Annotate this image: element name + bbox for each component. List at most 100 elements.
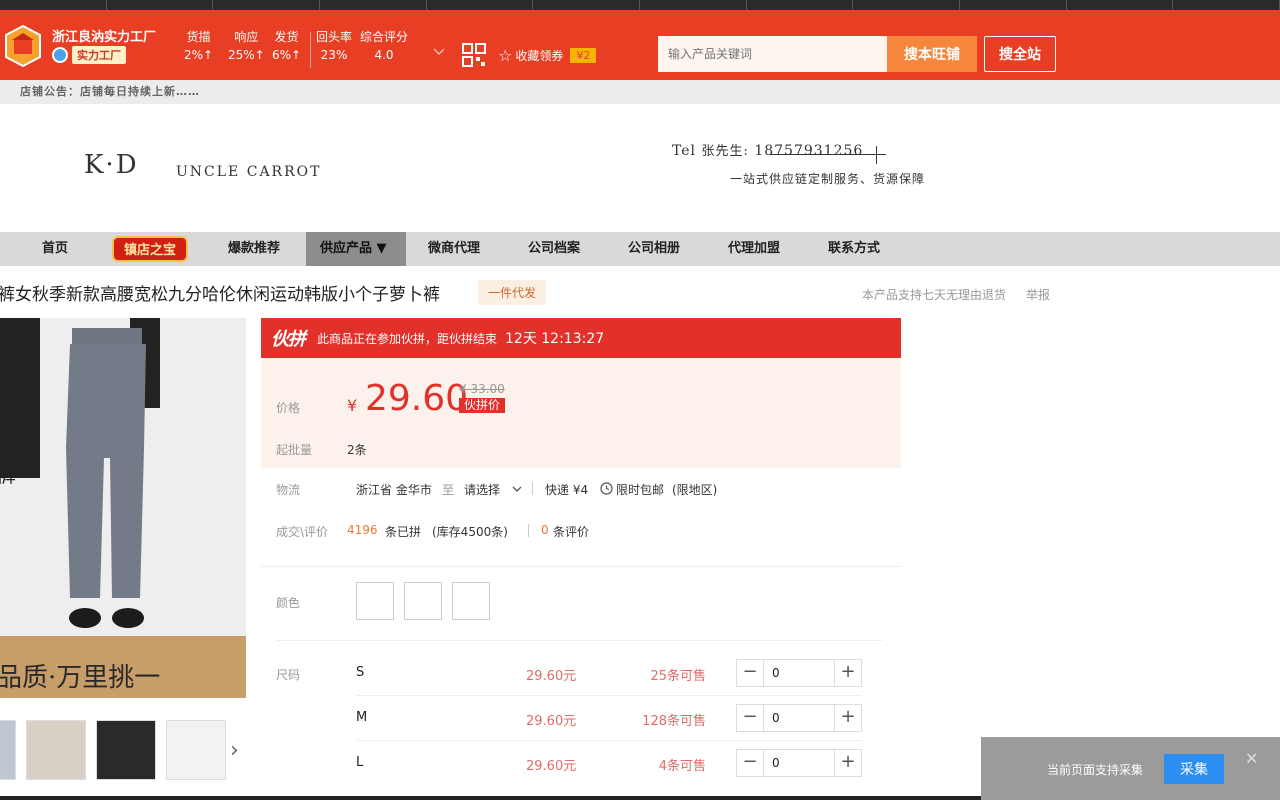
- color-label: 颜色: [276, 596, 301, 610]
- thumbnail[interactable]: [166, 720, 226, 780]
- stat-value: 4.0: [374, 48, 394, 62]
- chevron-down-icon[interactable]: [511, 483, 523, 495]
- return-policy: 本产品支持七天无理由退货: [862, 288, 1007, 302]
- stat-score: 综合评分 4.0: [360, 28, 408, 64]
- shop-header: 浙江良汭实力工厂 实力工厂 货描 2%↑ 响应 25%↑ 发货 6%↑ 回头率 …: [0, 10, 1280, 80]
- size-price: 29.60元: [526, 714, 577, 729]
- thumbnail[interactable]: [96, 720, 156, 780]
- tel-label: Tel: [672, 143, 697, 159]
- image-side-text: 裤: [0, 463, 16, 487]
- coupon-badge: ¥2: [570, 48, 597, 63]
- increment-button[interactable]: +: [835, 750, 861, 776]
- increment-button[interactable]: +: [835, 660, 861, 686]
- decor-line: [876, 146, 877, 164]
- verified-icon: [52, 47, 68, 63]
- size-price: 29.60元: [526, 669, 577, 684]
- quantity-input[interactable]: 0: [763, 660, 835, 686]
- favorite-coupon[interactable]: ☆ 收藏领券 ¥2: [498, 46, 597, 65]
- size-name: M: [356, 710, 368, 725]
- decrement-button[interactable]: −: [737, 705, 763, 731]
- stat-label: 回头率: [316, 30, 353, 44]
- group-buy-timer: 12天 12:13:27: [505, 331, 605, 347]
- size-stock: 4条可售: [658, 759, 706, 774]
- collect-button[interactable]: 采集: [1164, 754, 1224, 784]
- shop-name[interactable]: 浙江良汭实力工厂: [52, 26, 156, 45]
- nav-contact[interactable]: 联系方式: [814, 232, 894, 266]
- search-shop-button[interactable]: 搜本旺铺: [887, 36, 977, 72]
- pants-illustration: 品质·万里挑一 裤: [0, 318, 246, 698]
- decrement-button[interactable]: −: [737, 750, 763, 776]
- price-box: 价格 ¥ 29.60 ¥ 33.00 伙拼价 起批量 2条: [261, 358, 901, 468]
- free-shipping: 限时包邮: [616, 483, 665, 497]
- search-input[interactable]: [658, 36, 888, 72]
- report-link[interactable]: 举报: [1026, 286, 1050, 303]
- brand-logo: K·D: [84, 150, 139, 180]
- review-count[interactable]: 0: [541, 523, 549, 537]
- stat-label: 综合评分: [360, 30, 409, 44]
- stat-label: 响应: [234, 30, 259, 44]
- stock-info: (库存4500条): [432, 525, 508, 539]
- moq-value: 2条: [347, 443, 367, 457]
- nav-album[interactable]: 公司相册: [614, 232, 694, 266]
- bottom-strip: [0, 796, 981, 800]
- shop-banner: K·D UNCLE CARROT Tel 张先生: 18757931256 一站…: [0, 104, 1280, 232]
- quantity-stepper: − 0 +: [736, 704, 862, 732]
- color-swatch[interactable]: [452, 582, 490, 620]
- price-label: 价格: [276, 401, 301, 415]
- divider: [356, 740, 862, 741]
- moq-label: 起批量: [276, 443, 313, 457]
- thumbnail[interactable]: [0, 720, 16, 780]
- nav-home[interactable]: 首页: [28, 232, 82, 266]
- qr-code-icon[interactable]: [462, 43, 486, 67]
- sales-count: 4196: [347, 523, 378, 537]
- decor-line: [770, 154, 886, 155]
- ship-to-label: 至: [442, 483, 455, 497]
- sales-suffix: 条已拼: [385, 525, 422, 539]
- product-main-image[interactable]: 品质·万里挑一 裤: [0, 318, 246, 698]
- nav-products[interactable]: 供应产品 ▼: [306, 232, 406, 266]
- thumbnail-strip: [0, 720, 226, 780]
- shop-nav: 首页 镇店之宝 爆款推荐 供应产品 ▼ 微商代理 公司档案 公司相册 代理加盟 …: [0, 232, 1280, 266]
- tel-name: 张先生:: [701, 144, 749, 159]
- product-title-bar: 裤女秋季新款高腰宽松九分哈伦休闲运动韩版小个子萝卜裤 一件代发 本产品支持七天无…: [0, 266, 1280, 318]
- destination-select[interactable]: 请选择: [464, 481, 500, 498]
- dropship-badge: 一件代发: [478, 280, 547, 305]
- stat-value: 6%↑: [272, 48, 302, 62]
- quantity-stepper: − 0 +: [736, 749, 862, 777]
- nav-hot[interactable]: 爆款推荐: [214, 232, 294, 266]
- stat-return-rate: 回头率 23%: [316, 28, 352, 64]
- divider: [276, 640, 882, 641]
- quantity-stepper: − 0 +: [736, 659, 862, 687]
- thumbnail[interactable]: [26, 720, 86, 780]
- color-swatch[interactable]: [356, 582, 394, 620]
- review-suffix[interactable]: 条评价: [553, 523, 589, 540]
- close-icon[interactable]: ✕: [1245, 749, 1258, 768]
- contact-phone: Tel 张先生: 18757931256: [672, 140, 863, 159]
- thumbnail-next-icon[interactable]: ›: [230, 738, 239, 763]
- nav-profile[interactable]: 公司档案: [514, 232, 594, 266]
- star-icon: ☆: [498, 46, 513, 65]
- stat-label: 货描: [186, 30, 211, 44]
- stat-shipping: 发货 6%↑: [272, 28, 301, 64]
- search-all-button[interactable]: 搜全站: [984, 36, 1056, 72]
- quantity-input[interactable]: 0: [763, 750, 835, 776]
- color-swatch[interactable]: [404, 582, 442, 620]
- browser-top-strip: [0, 0, 1280, 10]
- decrement-button[interactable]: −: [737, 660, 763, 686]
- increment-button[interactable]: +: [835, 705, 861, 731]
- divider: [356, 695, 862, 696]
- price-value: 29.60: [365, 378, 469, 419]
- region-limit: (限地区): [672, 483, 718, 497]
- stat-label: 发货: [274, 30, 299, 44]
- quantity-input[interactable]: 0: [763, 705, 835, 731]
- stat-response: 响应 25%↑: [228, 28, 265, 64]
- nav-agent[interactable]: 微商代理: [414, 232, 494, 266]
- group-buy-text: 此商品正在参加伙拼，距伙拼结束: [317, 331, 498, 346]
- nav-treasure[interactable]: 镇店之宝: [112, 236, 189, 262]
- sales-label: 成交\评价: [276, 525, 329, 539]
- product-title: 裤女秋季新款高腰宽松九分哈伦休闲运动韩版小个子萝卜裤: [0, 285, 440, 305]
- collect-popup: 当前页面支持采集 采集 ✕: [981, 737, 1280, 800]
- nav-join[interactable]: 代理加盟: [714, 232, 794, 266]
- chevron-down-icon[interactable]: [432, 44, 446, 58]
- brand-subtitle: UNCLE CARROT: [176, 164, 322, 180]
